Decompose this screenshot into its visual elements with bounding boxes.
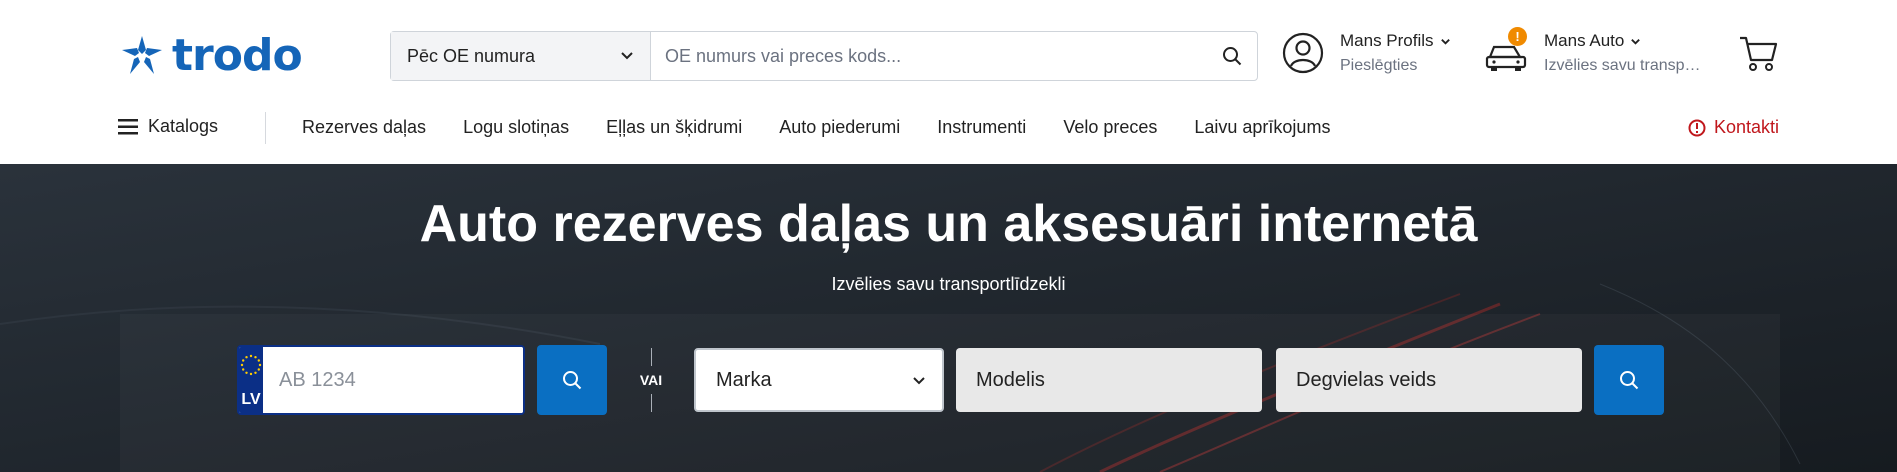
- or-separator: VAI: [638, 348, 664, 412]
- nav-item-wipers[interactable]: Logu slotiņas: [463, 117, 569, 138]
- contact-label: Kontakti: [1714, 117, 1780, 137]
- login-link[interactable]: Pieslēgties: [1340, 57, 1451, 75]
- fuel-type-select[interactable]: Degvielas veids: [1276, 348, 1582, 412]
- nav-divider: [265, 112, 266, 144]
- hero-title: Auto rezerves daļas un aksesuāri interne…: [419, 195, 1478, 253]
- make-select[interactable]: Marka: [694, 348, 944, 412]
- search-input[interactable]: [651, 32, 1207, 80]
- fuel-type-select-value: Degvielas veids: [1296, 368, 1437, 391]
- nav-item-boat-equipment[interactable]: Laivu aprīkojums: [1194, 117, 1330, 138]
- nav-items: Rezerves daļas Logu slotiņas Eļļas un šķ…: [302, 117, 1330, 138]
- my-auto-subtitle: Izvēlies savu transportlīdzekli: [1544, 57, 1704, 74]
- search-button[interactable]: [1207, 32, 1257, 80]
- eu-stars-icon: [240, 354, 262, 376]
- chevron-down-icon: [621, 52, 633, 60]
- search-icon: [563, 371, 582, 390]
- hero-banner: Auto rezerves daļas un aksesuāri interne…: [0, 164, 1897, 472]
- profile-title: Mans Profils: [1340, 31, 1434, 50]
- license-plate-field: LV: [237, 345, 525, 415]
- cart-button[interactable]: [1738, 34, 1778, 79]
- model-select-value: Modelis: [976, 368, 1045, 391]
- warning-badge: !: [1508, 27, 1527, 46]
- search-icon: [1223, 47, 1242, 66]
- cart-icon: [1740, 36, 1778, 71]
- make-select-value: Marka: [716, 368, 772, 391]
- search-bar: Pēc OE numura: [390, 31, 1258, 81]
- main-nav: Katalogs Rezerves daļas Logu slotiņas Eļ…: [0, 104, 1897, 154]
- model-select[interactable]: Modelis: [956, 348, 1262, 412]
- nav-item-spare-parts[interactable]: Rezerves daļas: [302, 117, 426, 138]
- my-auto-menu[interactable]: ! Mans Auto Izvēlies savu transportlīdze…: [1484, 27, 1704, 75]
- search-type-select[interactable]: Pēc OE numura: [391, 32, 651, 80]
- profile-menu[interactable]: Mans Profils Pieslēgties: [1282, 31, 1451, 75]
- contact-link[interactable]: Kontakti: [1688, 117, 1779, 138]
- nav-item-bike-goods[interactable]: Velo preces: [1063, 117, 1157, 138]
- nav-item-oils-fluids[interactable]: Eļļas un šķidrumi: [606, 117, 742, 138]
- plate-search-button[interactable]: [537, 345, 607, 415]
- chevron-down-icon: [913, 377, 925, 385]
- info-icon: [1688, 119, 1706, 136]
- chevron-down-icon: [1631, 38, 1641, 45]
- nav-item-auto-accessories[interactable]: Auto piederumi: [779, 117, 900, 138]
- search-icon: [1620, 371, 1639, 390]
- plate-country-code: LV: [241, 391, 261, 408]
- brand-name: trodo: [172, 30, 303, 81]
- license-plate-input[interactable]: [263, 347, 523, 413]
- plate-country-flag: LV: [239, 347, 263, 413]
- search-type-value: Pēc OE numura: [407, 45, 536, 66]
- catalog-label: Katalogs: [148, 116, 219, 136]
- catalog-menu-button[interactable]: Katalogs: [118, 116, 218, 137]
- menu-icon: [118, 118, 138, 134]
- chevron-down-icon: [1440, 38, 1450, 45]
- user-icon: [1282, 32, 1324, 74]
- hero-subtitle: Izvēlies savu transportlīdzekli: [831, 274, 1066, 294]
- logo-star-icon: [122, 36, 162, 74]
- logo[interactable]: trodo: [120, 30, 303, 81]
- or-label: VAI: [639, 372, 663, 388]
- header: trodo Pēc OE numura Mans Profils Pieslēg…: [0, 0, 1897, 164]
- nav-item-tools[interactable]: Instrumenti: [937, 117, 1026, 138]
- page: trodo Pēc OE numura Mans Profils Pieslēg…: [0, 0, 1897, 472]
- my-auto-title: Mans Auto: [1544, 31, 1625, 50]
- vehicle-search-button[interactable]: [1594, 345, 1664, 415]
